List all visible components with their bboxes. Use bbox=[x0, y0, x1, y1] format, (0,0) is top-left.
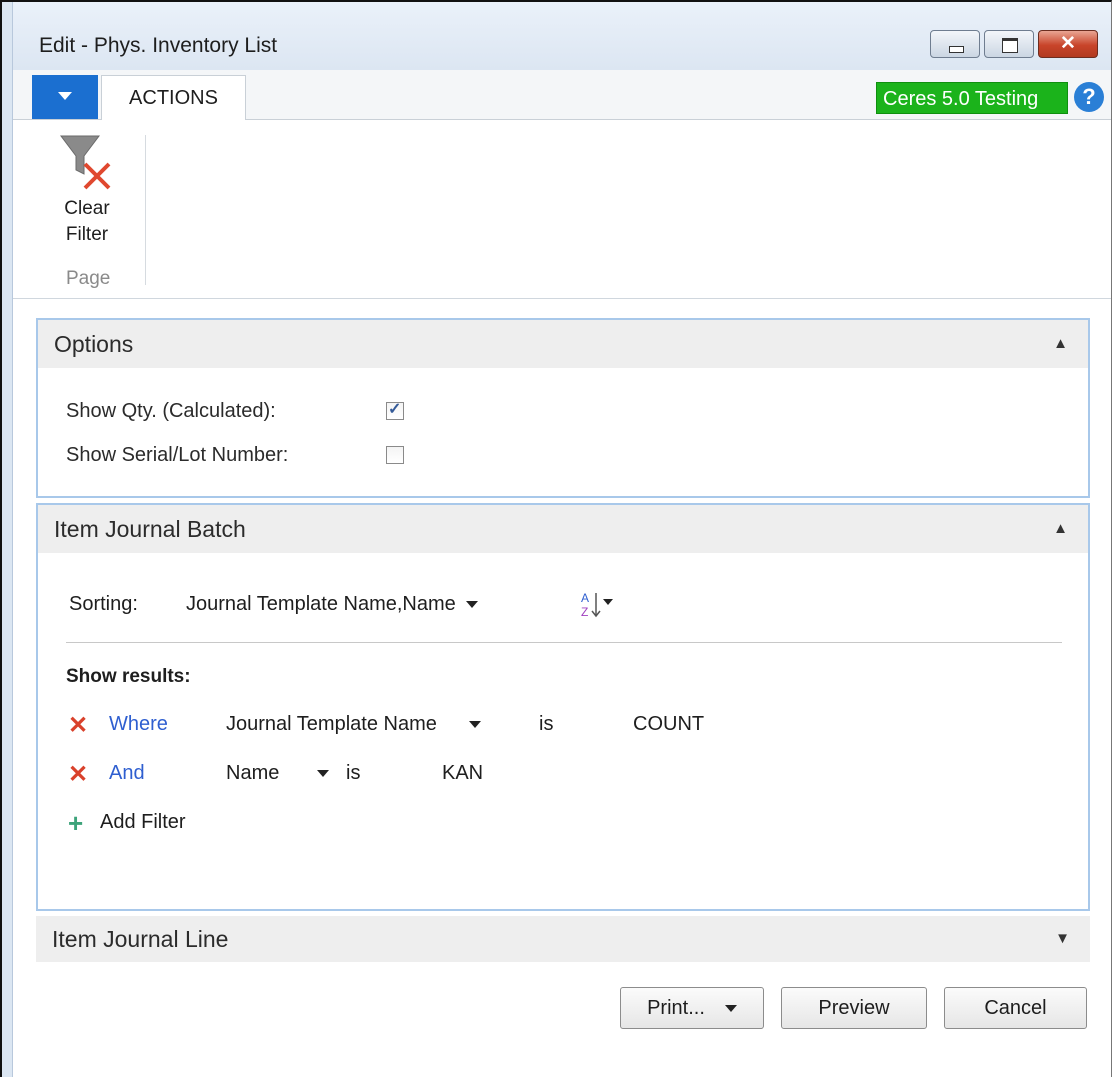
clear-filter-button[interactable]: Clear Filter bbox=[45, 130, 129, 270]
filter-value-input[interactable]: COUNT bbox=[633, 713, 704, 736]
sorting-value: Journal Template Name,Name bbox=[186, 593, 456, 615]
filter-value-input[interactable]: KAN bbox=[442, 762, 483, 785]
clear-filter-label-2: Filter bbox=[65, 224, 109, 245]
sort-az-icon[interactable]: A Z bbox=[577, 589, 617, 621]
print-label: Print... bbox=[647, 997, 705, 1019]
title-bar: Edit - Phys. Inventory List ✕ bbox=[13, 2, 1111, 71]
filter-field-dropdown[interactable]: Journal Template Name bbox=[226, 713, 481, 736]
item-journal-line-fasttab: Item Journal Line ▼ bbox=[36, 916, 1090, 962]
show-serial-label: Show Serial/Lot Number: bbox=[66, 444, 289, 466]
application-menu-button[interactable] bbox=[32, 75, 98, 119]
ribbon-group-label: Page bbox=[66, 268, 111, 289]
svg-text:Z: Z bbox=[581, 605, 588, 619]
window-title: Edit - Phys. Inventory List bbox=[39, 34, 278, 57]
item-journal-line-title: Item Journal Line bbox=[52, 926, 229, 952]
maximize-button[interactable] bbox=[984, 30, 1034, 58]
filter-row: ✕ And Name is KAN bbox=[68, 760, 968, 790]
item-journal-batch-header[interactable]: Item Journal Batch ▲ bbox=[38, 505, 1088, 553]
show-qty-row: Show Qty. (Calculated): ✓ bbox=[66, 400, 404, 423]
close-icon: ✕ bbox=[1060, 33, 1076, 54]
show-qty-checkbox[interactable]: ✓ bbox=[386, 401, 404, 420]
clear-filter-label-1: Clear bbox=[64, 198, 110, 219]
show-results-label: Show results: bbox=[66, 666, 191, 687]
chevron-down-icon bbox=[468, 721, 481, 729]
add-filter-icon[interactable]: + bbox=[68, 808, 83, 839]
maximize-icon bbox=[1002, 38, 1018, 53]
divider bbox=[66, 642, 1062, 643]
clear-filter-icon bbox=[60, 135, 111, 190]
close-button[interactable]: ✕ bbox=[1038, 30, 1098, 58]
remove-filter-icon[interactable]: ✕ bbox=[68, 711, 88, 740]
filter-field-dropdown[interactable]: Name bbox=[226, 762, 330, 785]
filter-field: Journal Template Name bbox=[226, 713, 437, 735]
chevron-down-icon bbox=[317, 770, 330, 778]
show-qty-label: Show Qty. (Calculated): bbox=[66, 400, 276, 422]
add-filter-row[interactable]: + Add Filter bbox=[68, 808, 968, 839]
show-serial-checkbox[interactable] bbox=[386, 446, 404, 464]
cancel-button[interactable]: Cancel bbox=[944, 987, 1087, 1029]
item-journal-batch-fasttab: Item Journal Batch ▲ Sorting: Journal Te… bbox=[36, 503, 1090, 911]
environment-badge: Ceres 5.0 Testing bbox=[876, 82, 1068, 114]
menu-caret-icon bbox=[58, 92, 72, 100]
options-title: Options bbox=[54, 331, 134, 357]
preview-button[interactable]: Preview bbox=[781, 987, 927, 1029]
minimize-button[interactable] bbox=[930, 30, 980, 58]
print-button[interactable]: Print... bbox=[620, 987, 764, 1029]
chevron-up-icon[interactable]: ▲ bbox=[1053, 505, 1068, 553]
help-icon[interactable]: ? bbox=[1074, 82, 1104, 112]
chevron-down-icon[interactable] bbox=[724, 1005, 737, 1013]
tab-actions[interactable]: ACTIONS bbox=[101, 75, 246, 120]
remove-filter-icon[interactable]: ✕ bbox=[68, 760, 88, 789]
chevron-down-icon[interactable]: ▼ bbox=[1055, 916, 1070, 962]
add-filter-label[interactable]: Add Filter bbox=[100, 811, 186, 834]
show-serial-row: Show Serial/Lot Number: bbox=[66, 444, 404, 467]
ribbon-divider bbox=[145, 135, 146, 285]
sorting-row: Sorting: Journal Template Name,Name A Z bbox=[69, 591, 613, 619]
sorting-dropdown[interactable]: Journal Template Name,Name bbox=[186, 593, 478, 616]
options-fasttab: Options ▲ Show Qty. (Calculated): ✓ Show… bbox=[36, 318, 1090, 498]
svg-text:A: A bbox=[581, 591, 589, 605]
item-journal-batch-title: Item Journal Batch bbox=[54, 516, 246, 542]
checkmark-icon: ✓ bbox=[388, 401, 402, 418]
filter-connector-link[interactable]: And bbox=[109, 762, 145, 785]
item-journal-line-header[interactable]: Item Journal Line ▼ bbox=[36, 916, 1090, 962]
options-header[interactable]: Options ▲ bbox=[38, 320, 1088, 368]
minimize-icon bbox=[949, 46, 964, 53]
filter-row: ✕ Where Journal Template Name is COUNT bbox=[68, 711, 968, 741]
filter-operator: is bbox=[539, 713, 554, 735]
chevron-up-icon[interactable]: ▲ bbox=[1053, 320, 1068, 368]
chevron-down-icon bbox=[465, 601, 478, 609]
ribbon-tab-row: ACTIONS Ceres 5.0 Testing ? bbox=[13, 70, 1111, 120]
filter-field: Name bbox=[226, 762, 280, 784]
sorting-label: Sorting: bbox=[69, 593, 138, 615]
filter-connector-link[interactable]: Where bbox=[109, 713, 168, 736]
filter-operator: is bbox=[346, 762, 361, 784]
ribbon: Clear Filter Page bbox=[13, 120, 1111, 299]
